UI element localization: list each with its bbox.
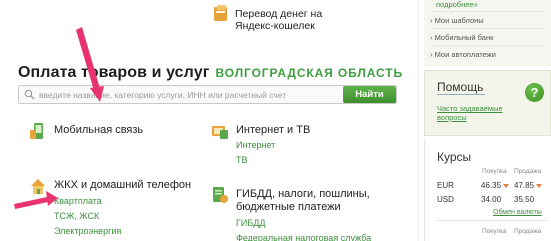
link-tszh[interactable]: ТСЖ, ЖСК — [54, 211, 99, 221]
wallet-icon — [214, 5, 227, 21]
search-icon — [24, 89, 35, 100]
help-underline — [437, 94, 485, 95]
search-input[interactable]: введите название, категорию услуги, ИНН … — [18, 85, 397, 104]
arrow-down-icon — [536, 183, 543, 188]
rates-header-sell: Продажа — [514, 168, 542, 175]
help-title[interactable]: Помощь — [437, 80, 483, 94]
rates-title: Курсы — [437, 150, 472, 164]
link-gibdd[interactable]: ГИБДД — [236, 218, 265, 228]
arrow-down-icon — [503, 183, 510, 188]
sidebar-item-label: Мои автоплатежи — [434, 50, 496, 59]
divider — [430, 11, 542, 12]
more-link[interactable]: подробнее» — [436, 0, 478, 9]
search-placeholder: введите название, категорию услуги, ИНН … — [39, 90, 287, 100]
rate-eur-buy: 46.35 — [481, 181, 510, 190]
search-button[interactable]: Найти — [343, 86, 396, 103]
link-internet[interactable]: Интернет — [236, 140, 275, 150]
transfer-label: Перевод денег на Яндекс-кошелек — [235, 8, 323, 32]
page-title: Оплата товаров и услуг ВОЛГОГРАДСКАЯ ОБЛА… — [18, 64, 403, 82]
rate-usd-buy: 34.00 — [481, 195, 502, 204]
rate-value: 46.35 — [481, 181, 502, 190]
question-icon[interactable]: ? — [525, 83, 544, 102]
category-title: Интернет и ТВ — [236, 124, 311, 136]
link-tv[interactable]: ТВ — [236, 155, 248, 165]
rate-eur-sell: 47.85 — [514, 181, 543, 190]
category-title: ГИБДД, налоги, пошлины, бюджетные платеж… — [236, 188, 370, 213]
link-electricity[interactable]: Электроэнергия — [54, 226, 121, 236]
rate-value: 47.85 — [514, 181, 535, 190]
page-title-text: Оплата товаров и услуг — [18, 64, 210, 81]
divider — [430, 28, 542, 29]
sidebar-item-templates[interactable]: › Мои шаблоны — [430, 16, 484, 25]
category-title: Мобильная связь — [54, 124, 144, 136]
sidebar-item-mobile-bank[interactable]: › Мобильный банк — [430, 33, 493, 42]
rate-currency-eur: EUR — [437, 181, 454, 190]
document-icon — [213, 187, 228, 203]
transfer-yandex-wallet[interactable]: Перевод денег на Яндекс-кошелек — [213, 2, 373, 34]
exchange-link[interactable]: Обмен валюты — [493, 209, 542, 216]
region-selector[interactable]: ВОЛГОГРАДСКАЯ ОБЛАСТЬ — [216, 66, 404, 80]
house-icon — [31, 179, 45, 194]
sidebar-item-autopayments[interactable]: › Мои автоплатежи — [430, 50, 496, 59]
category-mobile[interactable]: Мобильная связь — [30, 122, 180, 142]
divider — [430, 45, 542, 46]
phone-icon — [30, 123, 43, 139]
faq-link[interactable]: Часто задаваемые вопросы — [437, 104, 503, 122]
link-kvartplata[interactable]: Квартплата — [54, 196, 102, 206]
rates-header-buy: Покупка — [482, 168, 507, 175]
column-separator — [418, 0, 419, 241]
sidebar-item-label: Мои шаблоны — [434, 16, 484, 25]
category-housing[interactable]: ЖКХ и домашний телефон — [30, 177, 200, 197]
sidebar-item-label: Мобильный банк — [434, 33, 494, 42]
divider — [436, 220, 548, 221]
category-title: ЖКХ и домашний телефон — [54, 179, 192, 191]
rate-currency-usd: USD — [437, 195, 454, 204]
category-gibdd[interactable]: ГИБДД, налоги, пошлины, бюджетные платеж… — [212, 186, 382, 216]
tv-icon — [212, 126, 228, 139]
rate-usd-sell: 35.50 — [514, 195, 535, 204]
rates-header-buy-2: Покупка — [482, 228, 507, 235]
link-fns[interactable]: Федеральная налоговая служба — [236, 233, 371, 241]
category-internet-tv[interactable]: Интернет и ТВ — [212, 122, 362, 142]
rates-header-sell-2: Продажа — [514, 228, 542, 235]
